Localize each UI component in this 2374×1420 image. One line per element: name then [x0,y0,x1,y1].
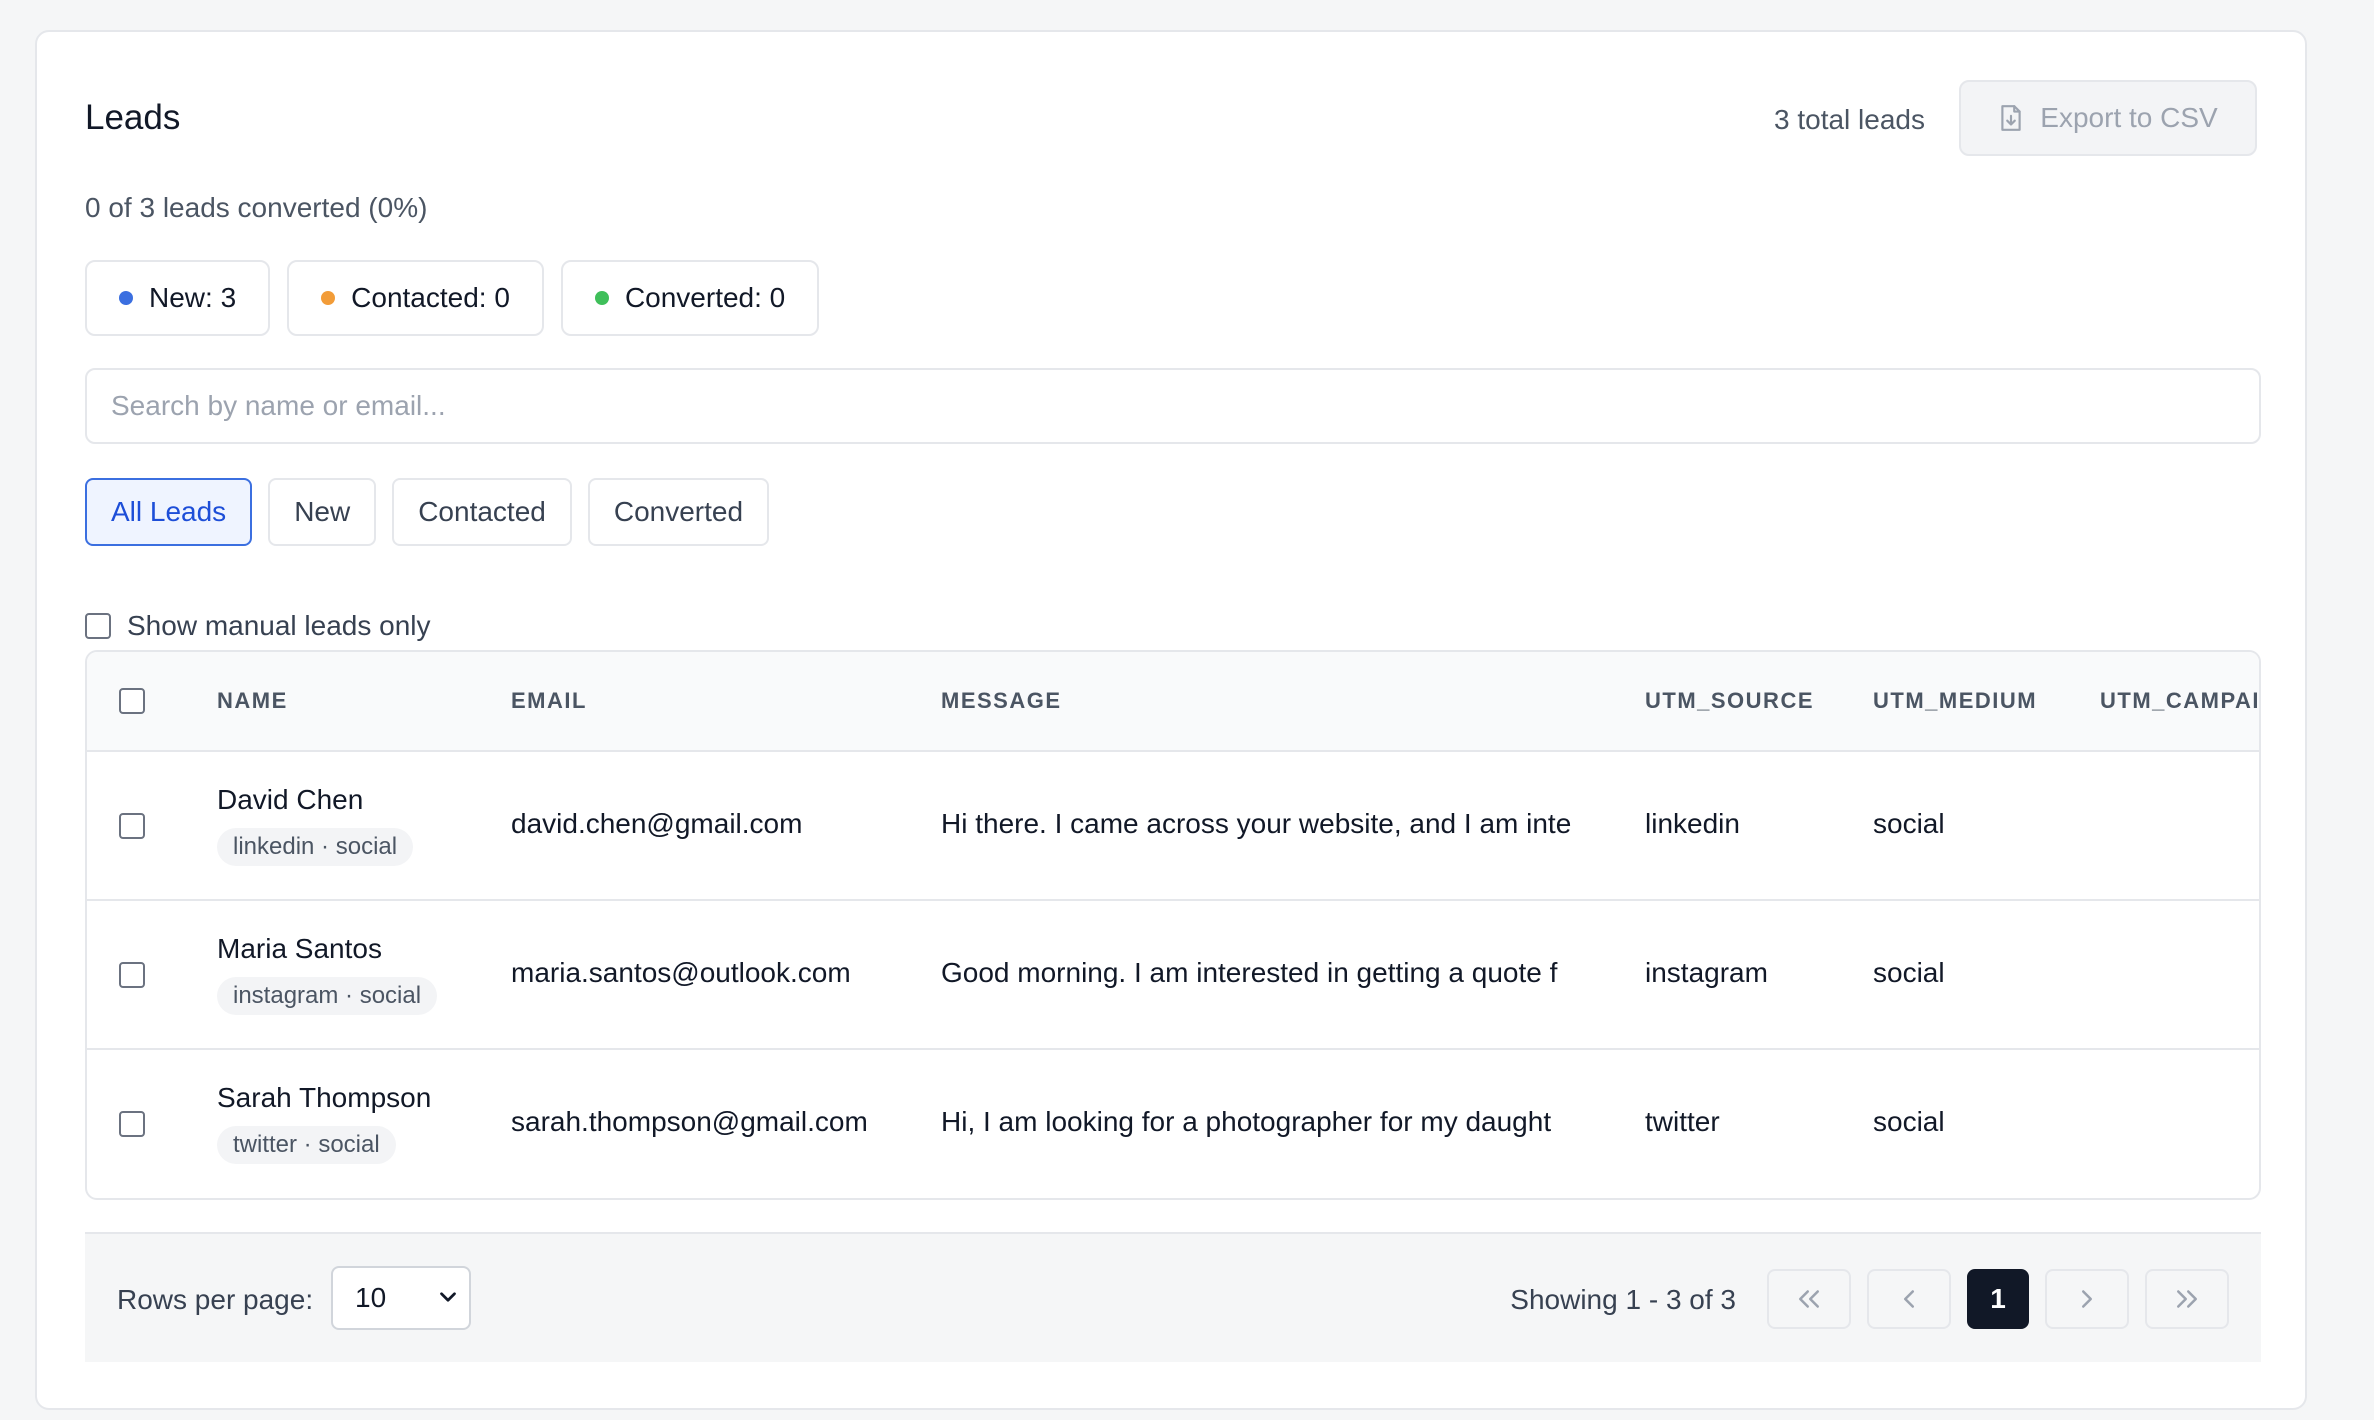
rows-per-page-label: Rows per page: [117,1284,314,1315]
row-checkbox[interactable] [119,1111,145,1137]
lead-message: Hi there. I came across your website, an… [941,808,1572,839]
status-pill-converted: Converted: 0 [560,260,820,336]
column-header-utm-medium[interactable]: UTM_MEDIUM [1873,688,2037,714]
status-pill-new: New: 3 [85,260,271,336]
lead-source-tag: twitter · social [217,1126,396,1164]
column-header-utm-source[interactable]: UTM_SOURCE [1645,688,1814,714]
lead-name: Sarah Thompson [217,1082,432,1113]
chevron-right-icon [2082,1290,2092,1308]
chevron-down-icon [440,1292,456,1302]
filter-tab-new[interactable]: New [268,478,377,546]
select-all-checkbox[interactable] [119,688,145,714]
table-row[interactable]: Sarah Thompson twitter · social sarah.th… [87,1050,2259,1198]
lead-email: maria.santos@outlook.com [511,957,851,988]
rows-per-page-value: 10 [355,1282,387,1313]
lead-source-tag: linkedin · social [217,828,414,866]
page-title: Leads [85,98,181,137]
last-page-button[interactable] [2145,1269,2229,1329]
first-page-button[interactable] [1767,1269,1851,1329]
total-leads-count: 3 total leads [1774,104,1925,135]
status-dot-contacted [321,291,336,305]
next-page-button[interactable] [2045,1269,2129,1329]
chevrons-left-icon [1799,1290,1819,1308]
showing-range: Showing 1 - 3 of 3 [1510,1284,1736,1315]
status-dot-converted [594,291,609,305]
chevron-left-icon [1904,1290,1914,1308]
status-pill-label: Contacted: 0 [351,282,510,313]
previous-page-button[interactable] [1867,1269,1951,1329]
status-pill-contacted: Contacted: 0 [287,260,544,336]
rows-per-page-select[interactable]: 10 [331,1266,471,1330]
lead-name: Maria Santos [217,933,382,964]
manual-leads-label: Show manual leads only [127,610,431,641]
page-1-button[interactable]: 1 [1967,1269,2029,1329]
filter-tab-converted[interactable]: Converted [587,478,770,546]
column-header-utm-campaign[interactable]: UTM_CAMPAIC [2100,688,2259,714]
pagination: 1 [1767,1269,2229,1329]
pagination-footer: Rows per page: 10 Showing 1 - 3 of 3 1 [85,1232,2261,1362]
table-row[interactable]: David Chen linkedin · social david.chen@… [87,752,2259,901]
status-pill-label: Converted: 0 [624,282,786,313]
row-checkbox[interactable] [119,813,145,839]
leads-card: Leads 3 total leads Export to CSV 0 of 3… [35,30,2307,1410]
conversion-summary: 0 of 3 leads converted (0%) [85,192,428,223]
lead-source-tag: instagram · social [217,977,438,1015]
lead-utm-source: twitter [1645,1106,1720,1137]
export-csv-label: Export to CSV [2040,102,2218,133]
file-export-icon [2001,105,2021,131]
filter-tab-contacted[interactable]: Contacted [392,478,572,546]
lead-message: Hi, I am looking for a photographer for … [941,1106,1552,1137]
lead-utm-medium: social [1873,808,1945,839]
status-pills: New: 3 Contacted: 0 Converted: 0 [85,260,820,336]
lead-message: Good morning. I am interested in getting… [941,957,1558,988]
column-header-name[interactable]: NAME [217,688,288,714]
column-header-email[interactable]: EMAIL [511,688,587,714]
lead-utm-medium: social [1873,1106,1945,1137]
lead-email: sarah.thompson@gmail.com [511,1106,868,1137]
filter-tabs: All Leads New Contacted Converted [85,478,770,546]
row-checkbox[interactable] [119,962,145,988]
chevrons-right-icon [2177,1290,2197,1308]
table-header: NAME EMAIL MESSAGE UTM_SOURCE UTM_MEDIUM… [87,652,2259,752]
manual-leads-toggle: Show manual leads only [85,610,431,642]
lead-utm-source: linkedin [1645,808,1740,839]
column-header-message[interactable]: MESSAGE [941,688,1062,714]
lead-email: david.chen@gmail.com [511,808,803,839]
export-csv-button[interactable]: Export to CSV [1959,80,2257,156]
manual-leads-checkbox[interactable] [85,613,111,639]
leads-table: NAME EMAIL MESSAGE UTM_SOURCE UTM_MEDIUM… [85,650,2261,1200]
lead-utm-medium: social [1873,957,1945,988]
search-input[interactable] [85,368,2261,444]
status-dot-new [119,291,133,305]
filter-tab-all-leads[interactable]: All Leads [85,478,253,546]
lead-name: David Chen [217,784,364,815]
table-row[interactable]: Maria Santos instagram · social maria.sa… [87,901,2259,1050]
status-pill-label: New: 3 [149,282,237,313]
lead-utm-source: instagram [1645,957,1768,988]
